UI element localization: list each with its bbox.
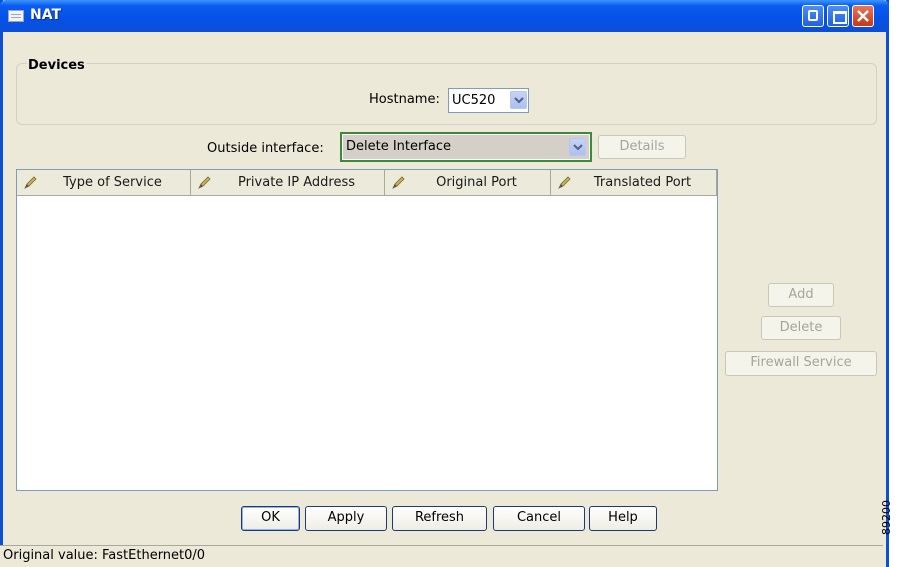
cancel-button[interactable]: Cancel <box>493 506 585 531</box>
delete-button[interactable]: Delete <box>761 316 841 340</box>
apply-button[interactable]: Apply <box>305 506 387 531</box>
outside-interface-value: Delete Interface <box>346 139 452 154</box>
outside-interface-select[interactable]: Delete Interface <box>340 132 592 162</box>
hostname-value: UC520 <box>452 93 496 108</box>
hostname-select[interactable]: UC520 <box>448 88 529 113</box>
outside-interface-label: Outside interface: <box>207 141 324 156</box>
close-icon[interactable] <box>852 5 874 27</box>
title-bar[interactable]: NAT <box>0 0 889 32</box>
devices-group <box>16 63 877 125</box>
help-button[interactable]: Help <box>589 506 657 531</box>
devices-group-label: Devices <box>27 58 86 73</box>
figure-number: 89200 <box>880 500 893 535</box>
chevron-down-icon[interactable] <box>569 138 586 156</box>
refresh-button[interactable]: Refresh <box>392 506 487 531</box>
pencil-icon <box>558 176 571 189</box>
table-header: Type of Service Private IP Address Origi… <box>17 170 717 196</box>
column-header-label: Original Port <box>436 175 517 190</box>
nat-rules-table[interactable]: Type of Service Private IP Address Origi… <box>16 169 718 491</box>
add-button[interactable]: Add <box>768 283 834 307</box>
status-bar: Original value: FastEthernet0/0 <box>0 545 883 567</box>
column-header-label: Translated Port <box>593 175 692 190</box>
minimize-icon[interactable] <box>802 5 824 27</box>
window-icon <box>8 10 24 22</box>
column-header-label: Type of Service <box>63 175 162 190</box>
maximize-icon[interactable] <box>827 5 849 27</box>
firewall-service-button[interactable]: Firewall Service <box>725 351 877 376</box>
column-header-translated-port[interactable]: Translated Port <box>551 170 717 196</box>
column-header-type-of-service[interactable]: Type of Service <box>17 170 191 196</box>
status-text: Original value: FastEthernet0/0 <box>3 548 206 563</box>
details-button[interactable]: Details <box>598 135 686 159</box>
chevron-down-icon[interactable] <box>510 91 527 109</box>
hostname-label: Hostname: <box>369 92 440 107</box>
pencil-icon <box>198 176 211 189</box>
window-title: NAT <box>30 7 62 23</box>
column-header-label: Private IP Address <box>237 175 356 190</box>
pencil-icon <box>392 176 405 189</box>
column-header-original-port[interactable]: Original Port <box>385 170 551 196</box>
pencil-icon <box>24 176 37 189</box>
column-header-private-ip[interactable]: Private IP Address <box>191 170 385 196</box>
ok-button[interactable]: OK <box>241 506 300 531</box>
